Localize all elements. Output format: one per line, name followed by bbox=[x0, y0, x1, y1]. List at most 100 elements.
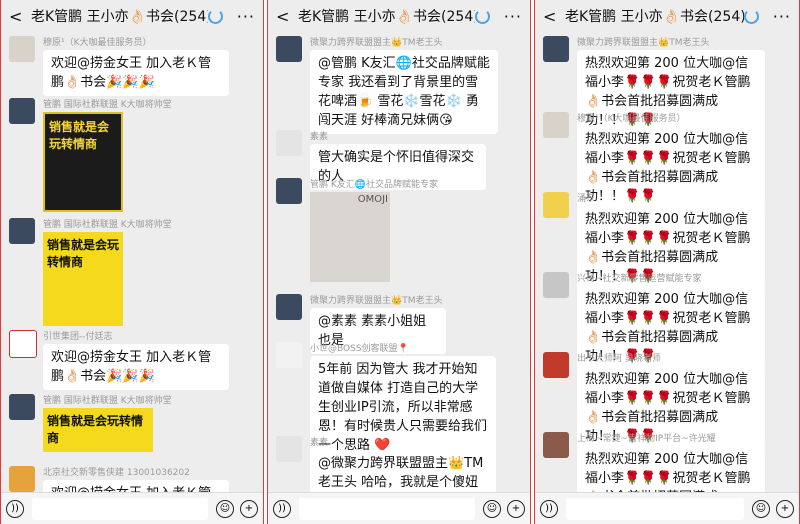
chat-title: 老K管鹏 王小亦👌🏻书会(254) bbox=[31, 9, 208, 25]
avatar[interactable] bbox=[543, 36, 569, 62]
chat-title: 老K管鹏 王小亦👌🏻书会(254) bbox=[565, 9, 744, 25]
sender-name: 素素 bbox=[310, 438, 329, 448]
input-bar: )) ☺ + bbox=[1, 492, 263, 524]
sender-name: 上海~常捷~吉祥物IP平台~许光耀 bbox=[577, 434, 716, 444]
list-item: 微聚力跨界联盟盟主👑TM老王头 热烈欢迎第 200 位大咖@信福小李🌹🌹🌹祝贺老… bbox=[543, 36, 793, 134]
message-bubble[interactable]: 欢迎@捞金女王 加入老Ｋ管鹏👌🏻书会🎉🎉🎉 bbox=[43, 344, 229, 390]
avatar[interactable] bbox=[9, 394, 35, 420]
message-input[interactable] bbox=[32, 497, 208, 520]
sender-name: 出书大师阿 吴晓老师 bbox=[577, 354, 661, 364]
list-item: 北京社交新零售侠建 13001036202 欢迎@捞金女王 加入老Ｋ管鹏 bbox=[9, 466, 257, 492]
avatar[interactable] bbox=[543, 272, 569, 298]
list-item: 管鹏 国际社群联盟 K大咖将帅堂 销售就是会玩转情商 bbox=[9, 218, 257, 330]
chat-panel-left: < 老K管鹏 王小亦👌🏻书会(254) ··· 穆原¹（K大咖最佳服务员） 欢迎… bbox=[0, 0, 264, 524]
message-bubble[interactable]: @微聚力跨界联盟盟主👑TM老王头 哈哈，我就是个傻妞 bbox=[310, 450, 496, 492]
input-bar: )) ☺ + bbox=[268, 492, 530, 524]
sender-name: 北京社交新零售侠建 13001036202 bbox=[43, 468, 190, 478]
sender-name: 涌东 bbox=[577, 194, 596, 204]
sender-name: 兴哥~社交新零售运营赋能专家 bbox=[577, 274, 702, 284]
book-image[interactable]: 销售就是会玩转情商 bbox=[43, 232, 123, 326]
plus-icon[interactable]: + bbox=[507, 499, 525, 518]
chat-panel-middle: < 老K管鹏 王小亦👌🏻书会(254) ··· 微聚力跨界联盟盟主👑TM老王头 … bbox=[267, 0, 531, 524]
sender-name: 穆原¹（K大咖最佳服务员） bbox=[577, 114, 686, 124]
sender-name: 引世集团--付廷志 bbox=[43, 332, 113, 342]
message-bubble[interactable]: @管鹏 K友汇🌐社交品牌赋能专家 我还看到了背景里的雪花啤酒🍺 雪花❄️雪花❄️… bbox=[310, 50, 498, 134]
loading-icon bbox=[207, 8, 223, 24]
more-icon[interactable]: ··· bbox=[773, 7, 791, 26]
emoji-icon[interactable]: ☺ bbox=[216, 499, 234, 518]
avatar[interactable] bbox=[276, 294, 302, 320]
sender-name: 微聚力跨界联盟盟主👑TM老王头 bbox=[310, 38, 443, 48]
list-item: 小世@BOSS创客联盟📍 5年前 因为管大 我才开始知道做自媒体 打造自己的大学… bbox=[276, 342, 524, 459]
list-item: 微聚力跨界联盟盟主👑TM老王头 @素素 素素小姐姐也是 bbox=[276, 294, 524, 354]
emoji-icon[interactable]: ☺ bbox=[483, 499, 501, 518]
message-bubble[interactable]: 欢迎@捞金女王 加入老Ｋ管鹏 bbox=[43, 480, 229, 492]
avatar[interactable] bbox=[276, 130, 302, 156]
list-item: 素素 管大确实是个怀旧值得深交的人 bbox=[276, 130, 524, 190]
loading-icon bbox=[743, 8, 759, 24]
photo-image[interactable]: OMOJI bbox=[310, 192, 390, 282]
avatar[interactable] bbox=[543, 112, 569, 138]
sender-name: 穆原¹（K大咖最佳服务员） bbox=[43, 38, 152, 48]
list-item: 管鹏 K友汇🌐社交品牌赋能专家 OMOJI bbox=[276, 178, 524, 288]
avatar[interactable] bbox=[543, 352, 569, 378]
avatar[interactable] bbox=[543, 432, 569, 458]
sender-name: 微聚力跨界联盟盟主👑TM老王头 bbox=[310, 296, 443, 306]
avatar[interactable] bbox=[276, 36, 302, 62]
sender-name: 管鹏 国际社群联盟 K大咖将帅堂 bbox=[43, 100, 172, 110]
chat-header: < 老K管鹏 王小亦👌🏻书会(254) ··· bbox=[1, 0, 263, 32]
avatar[interactable] bbox=[9, 330, 37, 358]
avatar[interactable] bbox=[9, 466, 35, 492]
avatar[interactable] bbox=[9, 218, 35, 244]
voice-icon[interactable]: )) bbox=[273, 499, 291, 518]
voice-icon[interactable]: )) bbox=[540, 499, 558, 518]
more-icon[interactable]: ··· bbox=[237, 7, 255, 26]
message-list[interactable]: 微聚力跨界联盟盟主👑TM老王头 热烈欢迎第 200 位大咖@信福小李🌹🌹🌹祝贺老… bbox=[535, 32, 799, 492]
avatar[interactable] bbox=[543, 192, 569, 218]
chat-title: 老K管鹏 王小亦👌🏻书会(254) bbox=[298, 9, 475, 25]
sender-name: 小世@BOSS创客联盟📍 bbox=[310, 344, 409, 354]
plus-icon[interactable]: + bbox=[240, 499, 258, 518]
sender-name: 管鹏 国际社群联盟 K大咖将帅堂 bbox=[43, 220, 172, 230]
plus-icon[interactable]: + bbox=[776, 499, 794, 518]
message-input[interactable] bbox=[299, 497, 475, 520]
avatar[interactable] bbox=[276, 436, 302, 462]
list-item: 微聚力跨界联盟盟主👑TM老王头 @管鹏 K友汇🌐社交品牌赋能专家 我还看到了背景… bbox=[276, 36, 524, 134]
avatar[interactable] bbox=[276, 178, 302, 204]
sender-name: 管鹏 国际社群联盟 K大咖将帅堂 bbox=[43, 396, 172, 406]
back-icon[interactable]: < bbox=[276, 7, 290, 26]
sender-name: 微聚力跨界联盟盟主👑TM老王头 bbox=[577, 38, 710, 48]
list-item: 兴哥~社交新零售运营赋能专家 热烈欢迎第 200 位大咖@信福小李🌹🌹🌹祝贺老Ｋ… bbox=[543, 272, 793, 370]
book-image[interactable]: 销售就是会玩转情商 bbox=[43, 112, 123, 212]
emoji-icon[interactable]: ☺ bbox=[752, 499, 770, 518]
message-bubble[interactable]: 欢迎@捞金女王 加入老Ｋ管鹏👌🏻书会🎉🎉🎉 bbox=[43, 50, 229, 96]
sender-name: 管鹏 K友汇🌐社交品牌赋能专家 bbox=[310, 180, 438, 190]
avatar[interactable] bbox=[9, 98, 35, 124]
list-item: 上海~常捷~吉祥物IP平台~许光耀 热烈欢迎第 200 位大咖@信福小李🌹🌹🌹祝… bbox=[543, 432, 793, 492]
message-bubble[interactable]: 热烈欢迎第 200 位大咖@信福小李🌹🌹🌹祝贺老Ｋ管鹏👌🏻书会首批招募圆满成功！… bbox=[577, 446, 765, 492]
back-icon[interactable]: < bbox=[9, 7, 23, 26]
back-icon[interactable]: < bbox=[543, 7, 557, 26]
list-item: 管鹏 国际社群联盟 K大咖将帅堂 销售就是会玩转情商 bbox=[9, 98, 257, 218]
avatar[interactable] bbox=[276, 342, 302, 368]
list-item: 管鹏 国际社群联盟 K大咖将帅堂 销售就是会玩转情商 bbox=[9, 394, 257, 458]
message-list[interactable]: 穆原¹（K大咖最佳服务员） 欢迎@捞金女王 加入老Ｋ管鹏👌🏻书会🎉🎉🎉 管鹏 国… bbox=[1, 32, 263, 492]
book-image[interactable]: 销售就是会玩转情商 bbox=[43, 408, 153, 452]
input-bar: )) ☺ + bbox=[535, 492, 799, 524]
sender-name: 素素 bbox=[310, 132, 329, 142]
chat-panel-right: < 老K管鹏 王小亦👌🏻书会(254) ··· 微聚力跨界联盟盟主👑TM老王头 … bbox=[534, 0, 800, 524]
message-input[interactable] bbox=[566, 497, 744, 520]
list-item: 引世集团--付廷志 欢迎@捞金女王 加入老Ｋ管鹏👌🏻书会🎉🎉🎉 bbox=[9, 330, 257, 392]
loading-icon bbox=[474, 8, 490, 24]
chat-header: < 老K管鹏 王小亦👌🏻书会(254) ··· bbox=[268, 0, 530, 32]
list-item: 素素 @微聚力跨界联盟盟主👑TM老王头 哈哈，我就是个傻妞 bbox=[276, 436, 524, 492]
list-item: 涌东 热烈欢迎第 200 位大咖@信福小李🌹🌹🌹祝贺老Ｋ管鹏👌🏻书会首批招募圆满… bbox=[543, 192, 793, 290]
more-icon[interactable]: ··· bbox=[504, 7, 522, 26]
chat-header: < 老K管鹏 王小亦👌🏻书会(254) ··· bbox=[535, 0, 799, 32]
list-item: 穆原¹（K大咖最佳服务员） 欢迎@捞金女王 加入老Ｋ管鹏👌🏻书会🎉🎉🎉 bbox=[9, 36, 257, 106]
voice-icon[interactable]: )) bbox=[6, 499, 24, 518]
list-item: 出书大师阿 吴晓老师 热烈欢迎第 200 位大咖@信福小李🌹🌹🌹祝贺老Ｋ管鹏👌🏻… bbox=[543, 352, 793, 450]
avatar[interactable] bbox=[9, 36, 35, 62]
list-item: 穆原¹（K大咖最佳服务员） 热烈欢迎第 200 位大咖@信福小李🌹🌹🌹祝贺老Ｋ管… bbox=[543, 112, 793, 210]
message-list[interactable]: 微聚力跨界联盟盟主👑TM老王头 @管鹏 K友汇🌐社交品牌赋能专家 我还看到了背景… bbox=[268, 32, 530, 492]
